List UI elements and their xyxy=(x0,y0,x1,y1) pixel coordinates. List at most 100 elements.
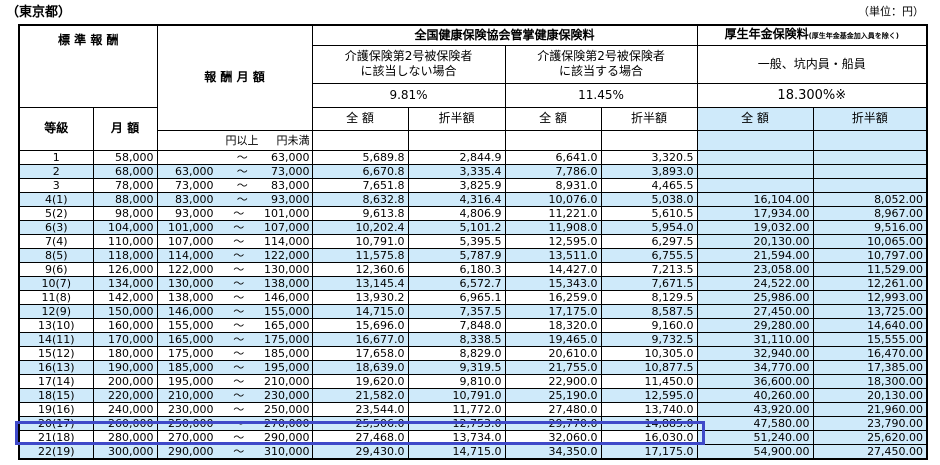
range-from: 155,000 xyxy=(168,318,214,332)
c-full-cell: 40,260.00 xyxy=(696,387,814,403)
a-half-cell: 13,734.0 xyxy=(407,429,506,445)
a-half-cell: 7,357.5 xyxy=(407,303,506,319)
monthly-cell: 200,000 xyxy=(92,373,158,389)
a-half-cell: 4,806.9 xyxy=(407,205,506,221)
grade-cell: 6(3) xyxy=(18,219,94,235)
c-half-cell: 16,470.00 xyxy=(812,345,928,361)
range-tilde: ～ xyxy=(233,388,245,402)
a-half-cell: 4,316.4 xyxy=(407,191,506,207)
header-monthly: 月 額 xyxy=(92,106,158,151)
from-label: 円以上 xyxy=(225,133,259,147)
b-full-cell: 8,931.0 xyxy=(504,177,602,193)
a-half-cell: 12,753.0 xyxy=(407,415,506,431)
grade-cell: 5(2) xyxy=(18,205,94,221)
range-cell: 175,000 ～ 185,000 xyxy=(156,345,313,361)
grade-cell: 3 xyxy=(18,177,94,193)
c-full-cell xyxy=(696,177,814,193)
range-cell: 146,000 ～ 155,000 xyxy=(156,303,313,319)
table-row: 1 58,000 ～ 63,000 5,689.8 2,844.9 6,641.0 3,320… xyxy=(18,149,928,165)
a-full-cell: 13,930.2 xyxy=(311,289,409,305)
c-full-cell: 20,130.00 xyxy=(696,233,814,249)
a-full-cell: 16,677.0 xyxy=(311,331,409,347)
a-half-cell: 8,338.5 xyxy=(407,331,506,347)
blank-header-cell xyxy=(600,129,698,151)
b-full-cell: 17,175.0 xyxy=(504,303,602,319)
range-to: 195,000 xyxy=(264,360,310,374)
range-tilde: ～ xyxy=(233,220,245,234)
nenkin-title: 厚生年金保険料 xyxy=(724,26,809,41)
monthly-cell: 220,000 xyxy=(92,387,158,403)
a-full-cell: 8,632.8 xyxy=(311,191,409,207)
b-full-cell: 27,480.0 xyxy=(504,401,602,417)
c-full-cell: 17,934.00 xyxy=(696,205,814,221)
range-to: 122,000 xyxy=(264,248,310,262)
b-full-cell: 16,259.0 xyxy=(504,289,602,305)
range-to: 155,000 xyxy=(264,304,310,318)
range-to: 165,000 xyxy=(264,318,310,332)
header-kenpo-b: 介護保険第2号被保険者 に該当する場合 xyxy=(504,44,698,84)
b-full-cell: 15,343.0 xyxy=(504,275,602,291)
c-half-cell: 23,790.00 xyxy=(812,415,928,431)
c-half-cell: 18,300.00 xyxy=(812,373,928,389)
range-tilde: ～ xyxy=(233,374,245,388)
range-from: 101,000 xyxy=(168,220,214,234)
b-half-cell: 12,595.0 xyxy=(600,387,698,403)
grade-cell: 15(12) xyxy=(18,345,94,361)
range-tilde: ～ xyxy=(233,290,245,304)
a-full-cell: 17,658.0 xyxy=(311,345,409,361)
c-half-cell: 8,052.00 xyxy=(812,191,928,207)
range-to: 114,000 xyxy=(264,234,310,248)
c-half-cell: 8,967.00 xyxy=(812,205,928,221)
header-c-half: 折半額 xyxy=(812,106,928,131)
c-full-cell xyxy=(696,163,814,179)
b-half-cell: 6,755.5 xyxy=(600,247,698,263)
c-half-cell: 12,261.00 xyxy=(812,275,928,291)
grade-cell: 14(11) xyxy=(18,331,94,347)
a-half-cell: 8,829.0 xyxy=(407,345,506,361)
b-full-cell: 12,595.0 xyxy=(504,233,602,249)
c-full-cell: 36,600.00 xyxy=(696,373,814,389)
monthly-cell: 78,000 xyxy=(92,177,158,193)
monthly-cell: 98,000 xyxy=(92,205,158,221)
blank-header-cell xyxy=(504,129,602,151)
monthly-cell: 118,000 xyxy=(92,247,158,263)
c-half-cell: 20,130.00 xyxy=(812,387,928,403)
monthly-cell: 68,000 xyxy=(92,163,158,179)
monthly-cell: 150,000 xyxy=(92,303,158,319)
range-to: 270,000 xyxy=(264,416,310,430)
nenkin-note: (厚生年金基金加入員を除く) xyxy=(808,31,899,40)
range-from: 270,000 xyxy=(168,430,214,444)
unit-label: （単位：円） xyxy=(858,5,924,18)
c-full-cell: 34,770.00 xyxy=(696,359,814,375)
range-from: 122,000 xyxy=(168,262,214,276)
range-to: 101,000 xyxy=(264,206,310,220)
c-full-cell: 32,940.00 xyxy=(696,345,814,361)
range-from: 290,000 xyxy=(168,444,214,458)
range-to: 107,000 xyxy=(264,220,310,234)
table-row: 11(8) 142,000 138,000 ～ 146,000 13,930.2 6,965… xyxy=(18,289,928,305)
c-half-cell: 21,960.00 xyxy=(812,401,928,417)
table-row: 12(9) 150,000 146,000 ～ 155,000 14,715.0 7,357… xyxy=(18,303,928,319)
b-half-cell: 14,885.0 xyxy=(600,415,698,431)
c-half-cell: 13,725.00 xyxy=(812,303,928,319)
b-half-cell: 10,305.0 xyxy=(600,345,698,361)
b-half-cell: 11,450.0 xyxy=(600,373,698,389)
b-full-cell: 14,427.0 xyxy=(504,261,602,277)
range-tilde: ～ xyxy=(233,262,245,276)
kenpo-a-line1: 介護保険第2号被保険者 xyxy=(344,49,473,63)
a-full-cell: 7,651.8 xyxy=(311,177,409,193)
monthly-cell: 142,000 xyxy=(92,289,158,305)
table-row: 4(1) 88,000 83,000 ～ 93,000 8,632.8 4,316.4 10,… xyxy=(18,191,928,207)
b-half-cell: 3,893.0 xyxy=(600,163,698,179)
monthly-cell: 134,000 xyxy=(92,275,158,291)
table-row: 19(16) 240,000 230,000 ～ 250,000 23,544.0 11,7… xyxy=(18,401,928,417)
to-label: 円未満 xyxy=(276,133,310,147)
monthly-cell: 280,000 xyxy=(92,429,158,445)
a-half-cell: 3,825.9 xyxy=(407,177,506,193)
range-tilde: ～ xyxy=(236,164,248,178)
table-row: 14(11) 170,000 165,000 ～ 175,000 16,677.0 8,33… xyxy=(18,331,928,347)
range-cell: 130,000 ～ 138,000 xyxy=(156,275,313,291)
b-half-cell: 6,297.5 xyxy=(600,233,698,249)
range-tilde: ～ xyxy=(233,444,245,458)
c-full-cell: 51,240.00 xyxy=(696,429,814,445)
